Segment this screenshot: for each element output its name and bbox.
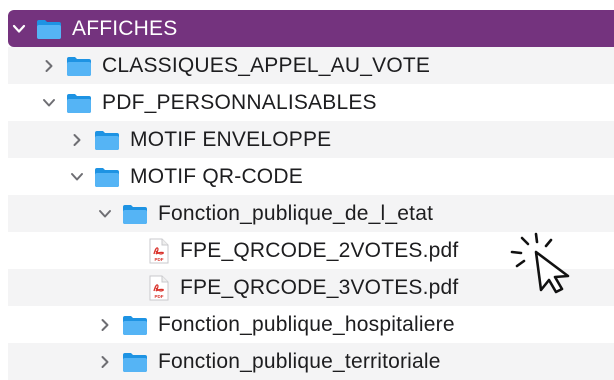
file-tree: AFFICHES CLASSIQUES_APPEL_AU_VOTE PDF_PE… xyxy=(0,0,614,380)
tree-row-label: Fonction_publique_hospitaliere xyxy=(158,312,455,336)
tree-row-label: Fonction_publique_de_l_etat xyxy=(158,201,434,225)
chevron-right-icon[interactable] xyxy=(38,59,60,73)
folder-icon xyxy=(94,166,120,188)
folder-icon xyxy=(94,129,120,151)
tree-row-fonction-publique-de-l-etat[interactable]: Fonction_publique_de_l_etat xyxy=(8,195,614,232)
folder-icon xyxy=(36,18,62,40)
tree-row-label: MOTIF QR-CODE xyxy=(130,164,303,188)
chevron-down-icon[interactable] xyxy=(38,98,60,108)
tree-row-label: PDF_PERSONNALISABLES xyxy=(102,90,377,114)
pdf-file-icon: PDF xyxy=(148,275,170,301)
chevron-down-icon[interactable] xyxy=(66,172,88,182)
chevron-right-icon[interactable] xyxy=(94,318,116,332)
chevron-right-icon[interactable] xyxy=(66,133,88,147)
tree-row-affiches[interactable]: AFFICHES xyxy=(8,10,614,47)
tree-row-motif-enveloppe[interactable]: MOTIF ENVELOPPE xyxy=(8,121,614,158)
tree-row-motif-qr-code[interactable]: MOTIF QR-CODE xyxy=(8,158,614,195)
tree-row-fonction-publique-hospitaliere[interactable]: Fonction_publique_hospitaliere xyxy=(8,306,614,343)
chevron-down-icon[interactable] xyxy=(94,209,116,219)
folder-icon xyxy=(122,314,148,336)
tree-row-label: FPE_QRCODE_3VOTES.pdf xyxy=(180,275,459,299)
tree-row-label: MOTIF ENVELOPPE xyxy=(130,127,332,151)
tree-row-label: FPE_QRCODE_2VOTES.pdf xyxy=(180,238,459,262)
chevron-down-icon[interactable] xyxy=(8,24,30,34)
tree-row-label: Fonction_publique_territoriale xyxy=(158,349,441,373)
tree-row-pdf-personnalisables[interactable]: PDF_PERSONNALISABLES xyxy=(8,84,614,121)
folder-icon xyxy=(66,55,92,77)
pdf-file-icon: PDF xyxy=(148,238,170,264)
chevron-right-icon[interactable] xyxy=(94,355,116,369)
folder-icon xyxy=(122,351,148,373)
svg-text:PDF: PDF xyxy=(155,257,164,262)
click-cursor-icon xyxy=(508,232,578,301)
tree-row-fonction-publique-territoriale[interactable]: Fonction_publique_territoriale xyxy=(8,343,614,380)
tree-row-label: AFFICHES xyxy=(72,16,178,40)
tree-row-classiques-appel-au-vote[interactable]: CLASSIQUES_APPEL_AU_VOTE xyxy=(8,47,614,84)
tree-row-label: CLASSIQUES_APPEL_AU_VOTE xyxy=(102,53,431,77)
folder-icon xyxy=(66,92,92,114)
folder-icon xyxy=(122,203,148,225)
svg-text:PDF: PDF xyxy=(155,294,164,299)
